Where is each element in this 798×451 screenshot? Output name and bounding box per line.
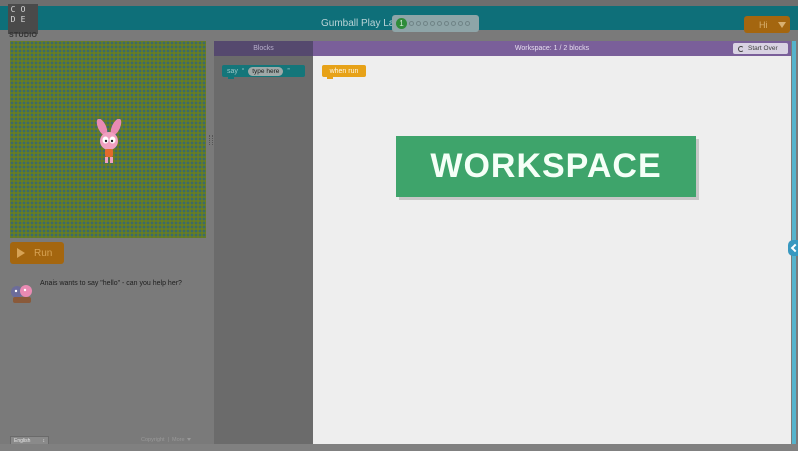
play-icon [17, 248, 25, 258]
start-over-button[interactable]: Start Over [733, 43, 788, 54]
level-dot[interactable] [465, 21, 470, 26]
caret-down-icon [186, 438, 191, 442]
workspace-header: Workspace: 1 / 2 blocks [313, 41, 791, 56]
bottom-bar [0, 444, 798, 451]
level-dot[interactable] [437, 21, 442, 26]
level-dot[interactable] [444, 21, 449, 26]
logo-letter: C [10, 4, 16, 14]
run-button[interactable]: Run [10, 242, 64, 264]
logo-letter: E [20, 14, 26, 24]
level-dot[interactable] [416, 21, 421, 26]
level-dot[interactable] [430, 21, 435, 26]
chevron-left-icon [790, 243, 798, 253]
open-quote: “ [241, 67, 245, 75]
workspace-area[interactable] [313, 56, 791, 444]
more-link[interactable]: More [172, 437, 185, 443]
logo-letter: O [20, 4, 26, 14]
level-dot[interactable] [458, 21, 463, 26]
collapse-panel-button[interactable] [788, 240, 798, 256]
app-title: Gumball Play Lab [321, 18, 400, 29]
say-text-field[interactable]: type here [248, 66, 284, 76]
restart-icon [738, 45, 744, 52]
resize-handle[interactable] [209, 135, 213, 145]
anais-sprite [96, 119, 122, 163]
block-notch [327, 77, 333, 79]
logo-subtitle: STUDIO [9, 32, 38, 39]
copyright-link[interactable]: Copyright [141, 437, 165, 443]
close-quote: ” [287, 67, 290, 75]
toolbox-header: Blocks [214, 41, 313, 56]
footer-links: Copyright | More [141, 437, 191, 443]
instructions-text: Anais wants to say "hello" - can you hel… [40, 280, 182, 287]
game-canvas[interactable] [10, 41, 206, 238]
chevron-down-icon [777, 21, 786, 28]
level-dot[interactable] [451, 21, 456, 26]
start-over-label: Start Over [748, 45, 778, 52]
app-header: Gumball Play Lab 1 Hi [0, 6, 798, 33]
level-dot[interactable] [409, 21, 414, 26]
code-studio-logo[interactable]: C O D E [8, 4, 38, 34]
say-block-label: say [227, 67, 238, 75]
run-label: Run [34, 247, 53, 259]
level-dot[interactable] [423, 21, 428, 26]
logo-letter [28, 4, 38, 14]
say-block[interactable]: say “ type here ” [222, 65, 305, 77]
user-menu-button[interactable]: Hi [744, 16, 790, 33]
character-avatar [11, 285, 32, 303]
level-progress[interactable]: 1 [392, 15, 479, 32]
logo-letter [28, 14, 38, 24]
divider: | [167, 437, 169, 443]
workspace-banner: WORKSPACE [396, 136, 696, 197]
current-level-dot[interactable]: 1 [396, 18, 407, 29]
toolbox-panel[interactable] [214, 56, 313, 444]
logo-letter: D [10, 14, 16, 24]
when-run-block[interactable]: when run [322, 65, 366, 77]
block-notch [228, 77, 234, 79]
user-menu-label: Hi [759, 19, 768, 30]
